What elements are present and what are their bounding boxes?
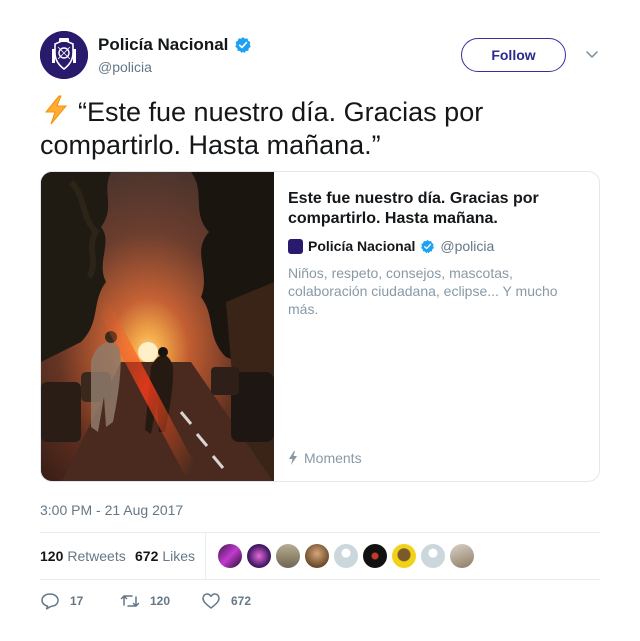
likers-avatars	[218, 544, 474, 568]
like-count: 672	[231, 594, 252, 608]
card-body[interactable]: Este fue nuestro día. Gracias por compar…	[274, 172, 599, 481]
moment-card[interactable]: Este fue nuestro día. Gracias por compar…	[40, 171, 600, 482]
avatar[interactable]	[40, 31, 88, 79]
card-author: Policía Nacional @policia	[288, 238, 494, 254]
tweet-header: Policía Nacional @policia Follow	[40, 31, 600, 83]
author-name-row[interactable]: Policía Nacional	[98, 35, 252, 55]
liker-avatar[interactable]	[363, 544, 387, 568]
tweet-actions: 17 120 672	[40, 590, 600, 612]
author-display-name[interactable]: Policía Nacional	[98, 35, 228, 55]
liker-avatar[interactable]	[450, 544, 474, 568]
chevron-down-icon[interactable]	[585, 47, 599, 61]
police-badge-icon	[40, 31, 88, 79]
liker-avatar[interactable]	[276, 544, 300, 568]
tweet-timestamp[interactable]: 3:00 PM - 21 Aug 2017	[40, 502, 183, 518]
stats-divider	[205, 533, 206, 579]
card-footer: Moments	[288, 450, 362, 466]
liker-avatar[interactable]	[247, 544, 271, 568]
card-author-handle: @policia	[440, 238, 495, 254]
verified-badge-icon	[421, 239, 435, 253]
card-author-name: Policía Nacional	[308, 238, 416, 254]
divider	[40, 579, 600, 580]
reply-count: 17	[70, 594, 84, 608]
tweet-stats: 120 Retweets 672 Likes	[40, 533, 600, 579]
liker-avatar[interactable]	[305, 544, 329, 568]
retweet-button[interactable]: 120	[120, 592, 170, 610]
sunset-street-photo	[41, 172, 274, 481]
card-image[interactable]	[41, 172, 274, 481]
likes-label: Likes	[162, 548, 196, 564]
lightning-bolt-icon	[289, 451, 297, 465]
tweet-text: “Este fue nuestro día. Gracias por compa…	[40, 94, 600, 162]
liker-avatar[interactable]	[334, 544, 358, 568]
retweet-count: 120	[150, 594, 171, 608]
liker-avatar[interactable]	[218, 544, 242, 568]
likes-stat[interactable]: 672 Likes	[135, 548, 195, 564]
like-button[interactable]: 672	[201, 592, 251, 610]
retweets-stat[interactable]: 120 Retweets	[40, 548, 126, 564]
author-handle[interactable]: @policia	[98, 59, 152, 75]
follow-button[interactable]: Follow	[461, 38, 566, 72]
heart-icon	[202, 593, 220, 609]
card-footer-label: Moments	[304, 450, 362, 466]
likes-count: 672	[135, 548, 159, 564]
retweets-label: Retweets	[67, 548, 126, 564]
card-description: Niños, respeto, consejos, mascotas, cola…	[288, 265, 558, 317]
verified-badge-icon	[235, 37, 252, 54]
retweets-count: 120	[40, 548, 64, 564]
reply-icon	[41, 593, 59, 610]
tweet-body: “Este fue nuestro día. Gracias por compa…	[40, 97, 484, 160]
card-author-avatar	[288, 238, 303, 254]
reply-button[interactable]: 17	[40, 592, 83, 610]
lightning-bolt-icon	[44, 95, 68, 125]
retweet-icon	[120, 595, 140, 607]
card-title[interactable]: Este fue nuestro día. Gracias por compar…	[288, 189, 588, 229]
liker-avatar[interactable]	[392, 544, 416, 568]
liker-avatar[interactable]	[421, 544, 445, 568]
